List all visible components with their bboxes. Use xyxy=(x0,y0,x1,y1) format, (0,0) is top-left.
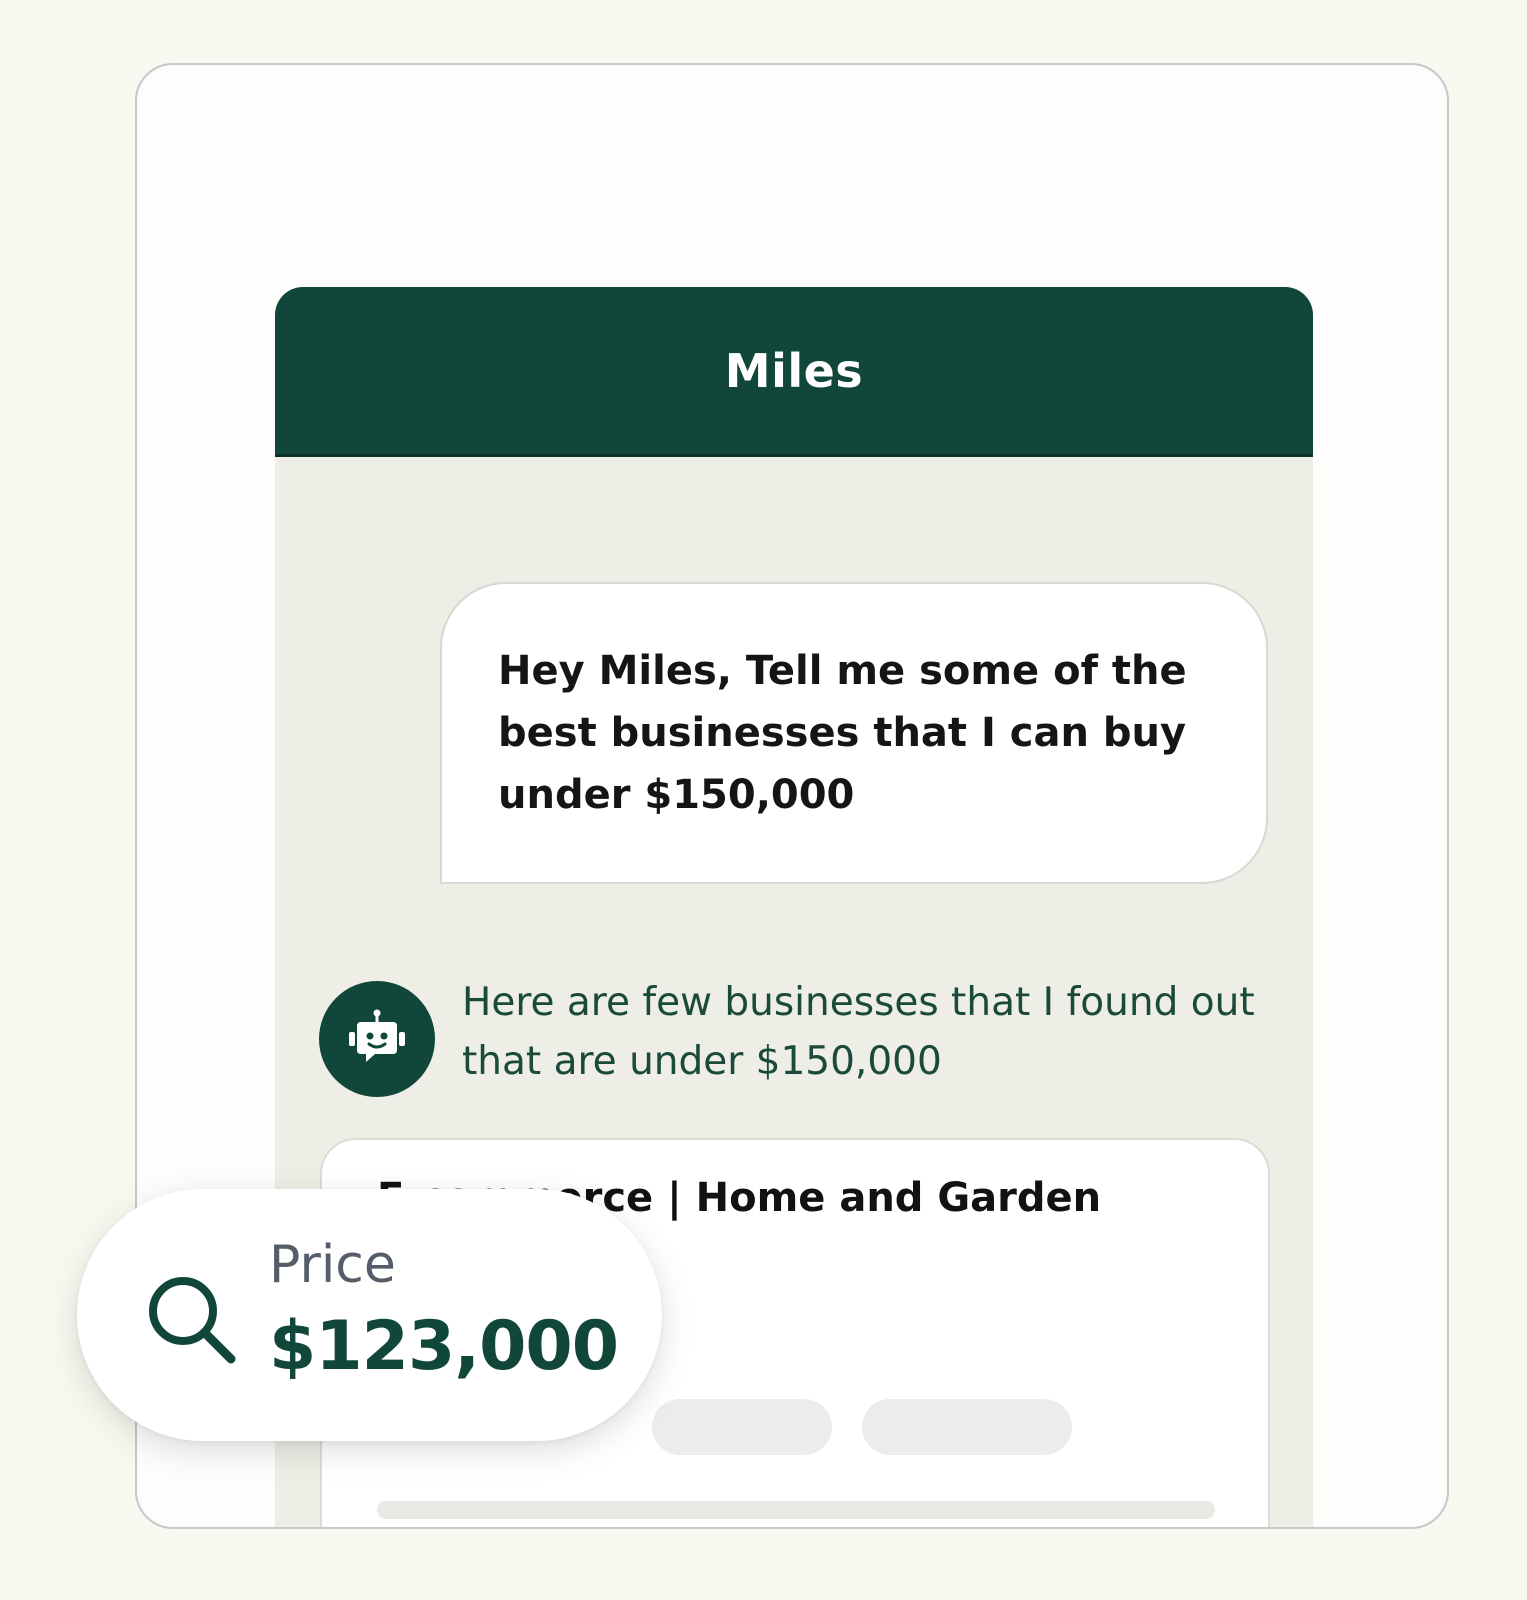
chat-title: Miles xyxy=(724,343,864,398)
placeholder-tag xyxy=(652,1399,832,1455)
user-message-bubble: Hey Miles, Tell me some of the best busi… xyxy=(440,582,1268,884)
bot-message-text: Here are few businesses that I found out… xyxy=(462,980,1255,1084)
chat-header: Miles xyxy=(275,287,1313,457)
placeholder-tag xyxy=(862,1399,1072,1455)
price-value: $123,000 xyxy=(269,1307,619,1386)
price-chip: Price $123,000 xyxy=(77,1189,662,1441)
bot-avatar xyxy=(319,981,435,1097)
price-label: Price xyxy=(269,1235,396,1295)
user-message-text: Hey Miles, Tell me some of the best busi… xyxy=(498,648,1187,818)
placeholder-text-line xyxy=(377,1501,1215,1519)
search-icon xyxy=(149,1277,236,1364)
robot-icon xyxy=(349,1009,405,1062)
